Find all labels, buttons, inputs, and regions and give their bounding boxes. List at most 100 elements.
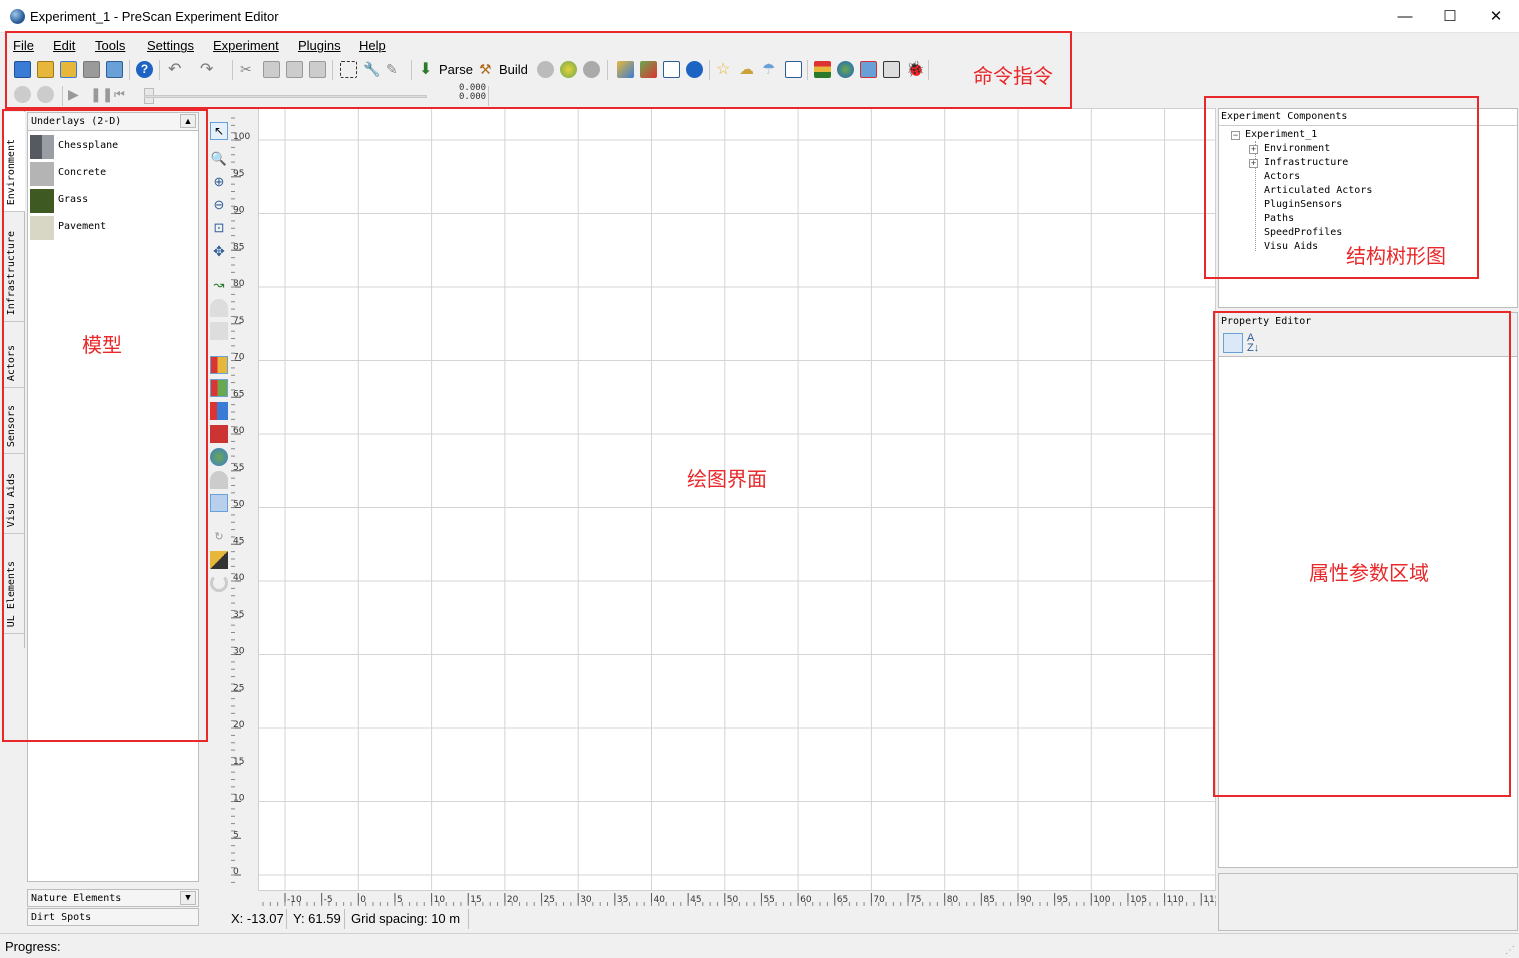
pause-icon[interactable]: ❚❚ <box>90 86 113 103</box>
collapse-toggle-icon[interactable]: − <box>1231 131 1240 140</box>
nature-elements-group[interactable]: Nature Elements ▼ <box>27 889 199 907</box>
globe-sensor-icon[interactable] <box>210 448 228 466</box>
bug-icon[interactable]: 🐞 <box>906 61 925 78</box>
tab-infrastructure[interactable]: Infrastructure <box>3 212 25 322</box>
menu-plugins[interactable]: Plugins <box>298 38 341 53</box>
tree-node-actors[interactable]: Actors <box>1264 171 1300 182</box>
rewind-icon[interactable]: ⏮ <box>114 86 131 103</box>
tab-visu-aids[interactable]: Visu Aids <box>3 454 25 534</box>
close-button[interactable]: ✕ <box>1473 0 1519 33</box>
collapse-up-icon[interactable]: ▲ <box>180 114 196 128</box>
sensor-orange-icon[interactable] <box>210 356 228 374</box>
dirt-spots-group[interactable]: Dirt Spots <box>27 908 199 926</box>
dome-icon[interactable] <box>210 471 228 489</box>
pencil-icon[interactable]: ✎ <box>386 61 403 78</box>
tab-environment[interactable]: Environment <box>3 112 25 212</box>
copy-icon[interactable] <box>263 61 280 78</box>
tree-node-environment[interactable]: Environment <box>1264 143 1330 154</box>
menu-tools[interactable]: Tools <box>95 38 125 53</box>
menu-help[interactable]: Help <box>359 38 386 53</box>
tree-node-speed-profiles[interactable]: SpeedProfiles <box>1264 227 1342 238</box>
menu-edit[interactable]: Edit <box>53 38 75 53</box>
resize-grip-icon[interactable]: ⋰ <box>1505 945 1515 956</box>
new-file-icon[interactable] <box>14 61 31 78</box>
tree-node-paths[interactable]: Paths <box>1264 213 1294 224</box>
export-icon[interactable] <box>883 61 900 78</box>
build-button[interactable]: Build <box>499 62 528 77</box>
library-item-chessplane[interactable]: Chessplane <box>30 135 196 159</box>
color-tool-icon[interactable] <box>210 551 228 569</box>
calendar-icon[interactable] <box>663 61 680 78</box>
collapse-down-icon[interactable]: ▼ <box>180 891 196 905</box>
sensor-blue-icon[interactable] <box>210 402 228 420</box>
lane-marker-icon[interactable] <box>210 494 228 512</box>
tab-sensors[interactable]: Sensors <box>3 388 25 454</box>
library-item-grass[interactable]: Grass <box>30 189 196 213</box>
rain-cloud-icon[interactable]: ☂ <box>762 61 779 78</box>
pointer-icon[interactable]: ↖ <box>210 122 228 140</box>
redo-icon[interactable]: ↷ <box>200 61 217 78</box>
categorized-view-icon[interactable] <box>1223 333 1243 353</box>
numbered-path-icon[interactable]: ↻ <box>210 528 228 546</box>
wrench-icon[interactable]: 🔧 <box>363 61 380 78</box>
menu-file[interactable]: File <box>13 38 34 53</box>
build-hammer-icon[interactable]: ⚒ <box>479 61 496 78</box>
run-globe-icon[interactable] <box>560 61 577 78</box>
maximize-button[interactable]: ☐ <box>1427 0 1473 33</box>
sensor-red-icon[interactable] <box>210 425 228 443</box>
tree-root-experiment[interactable]: Experiment_1 <box>1245 129 1317 140</box>
regenerate-icon[interactable] <box>537 61 554 78</box>
layers-icon[interactable] <box>814 61 831 78</box>
zoom-fit-icon[interactable]: ⊡ <box>210 219 228 237</box>
path-draw-icon[interactable]: ↝ <box>210 276 228 294</box>
weather-cloud-icon[interactable]: ☁ <box>739 61 756 78</box>
save-icon[interactable] <box>83 61 100 78</box>
world-icon[interactable] <box>837 61 854 78</box>
compass-icon[interactable] <box>686 61 703 78</box>
zoom-in-icon[interactable]: ⊕ <box>210 173 228 191</box>
cut-icon[interactable]: ✂ <box>240 61 257 78</box>
alphabetical-sort-icon[interactable]: A Z↓ <box>1247 333 1267 354</box>
play-icon[interactable]: ▶ <box>68 86 85 103</box>
tree-node-plugin-sensors[interactable]: PluginSensors <box>1264 199 1342 210</box>
open-folder-icon[interactable] <box>37 61 54 78</box>
junction-icon[interactable] <box>210 322 228 340</box>
menu-experiment[interactable]: Experiment <box>213 38 279 53</box>
sensor-green-icon[interactable] <box>210 379 228 397</box>
tab-ul-elements[interactable]: UL Elements <box>3 534 25 634</box>
menu-settings[interactable]: Settings <box>147 38 194 53</box>
save-as-icon[interactable] <box>106 61 123 78</box>
library-item-concrete[interactable]: Concrete <box>30 162 196 186</box>
expand-toggle-icon[interactable]: + <box>1249 159 1258 168</box>
tree-node-infrastructure[interactable]: Infrastructure <box>1264 157 1348 168</box>
trajectory-icon[interactable] <box>640 61 657 78</box>
star-icon[interactable]: ☆ <box>716 61 733 78</box>
curve-icon[interactable] <box>210 299 228 317</box>
undo-icon[interactable]: ↶ <box>168 61 185 78</box>
zoom-out-icon[interactable]: ⊖ <box>210 196 228 214</box>
drawing-canvas[interactable] <box>258 108 1216 891</box>
minimize-button[interactable]: — <box>1382 0 1428 33</box>
paste-icon[interactable] <box>286 61 303 78</box>
open-recent-icon[interactable] <box>60 61 77 78</box>
vehicle-icon[interactable] <box>860 61 877 78</box>
tree-node-visu-aids[interactable]: Visu Aids <box>1264 241 1318 252</box>
library-item-pavement[interactable]: Pavement <box>30 216 196 240</box>
library-group-header[interactable]: Underlays (2-D) ▲ <box>28 113 198 131</box>
visualize-icon[interactable] <box>583 61 600 78</box>
disconnect-icon[interactable] <box>37 86 54 103</box>
connect-icon[interactable] <box>14 86 31 103</box>
zoom-icon[interactable]: 🔍 <box>210 150 228 168</box>
pan-icon[interactable]: ✥ <box>210 242 228 260</box>
parse-icon[interactable]: ⬇ <box>419 61 436 78</box>
delete-icon[interactable] <box>309 61 326 78</box>
help-icon[interactable]: ? <box>136 61 153 78</box>
arc-icon[interactable] <box>210 574 228 592</box>
road-designer-icon[interactable] <box>617 61 634 78</box>
tree-node-articulated-actors[interactable]: Articulated Actors <box>1264 185 1372 196</box>
expand-toggle-icon[interactable]: + <box>1249 145 1258 154</box>
tab-actors[interactable]: Actors <box>3 322 25 388</box>
timeline-slider-track[interactable] <box>144 95 427 98</box>
chart-icon[interactable] <box>785 61 802 78</box>
parse-button[interactable]: Parse <box>439 62 473 77</box>
